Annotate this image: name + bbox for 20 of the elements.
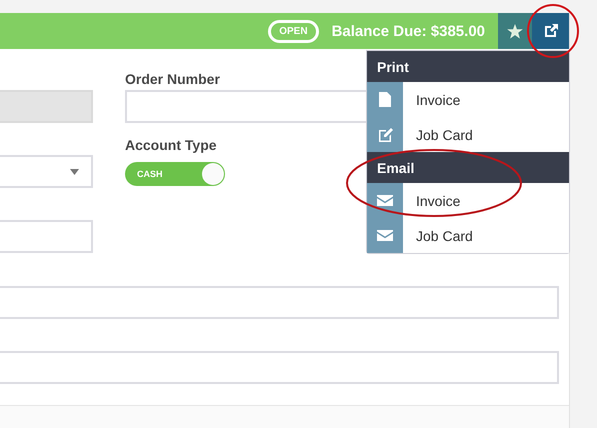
- external-link-icon: [542, 23, 558, 39]
- favorite-button[interactable]: [498, 13, 532, 49]
- annotation-ellipse: [527, 4, 579, 58]
- input-field[interactable]: [0, 220, 93, 253]
- field-label: Account Type: [125, 137, 218, 153]
- star-icon: [507, 24, 523, 38]
- balance-due: Balance Due: $385.00: [332, 22, 485, 40]
- status-badge: OPEN: [268, 20, 319, 42]
- field-label: Order Number: [125, 71, 221, 87]
- input-field[interactable]: [0, 351, 559, 384]
- menu-section-header: Print: [367, 51, 569, 82]
- share-button[interactable]: [532, 13, 569, 49]
- caret-icon: [70, 169, 79, 175]
- input-field[interactable]: [0, 286, 559, 319]
- document-icon: [379, 92, 391, 107]
- menu-section-header: Email: [367, 152, 569, 183]
- select-field[interactable]: [0, 155, 93, 188]
- envelope-icon: [377, 230, 393, 241]
- edit-icon: [378, 128, 392, 142]
- envelope-icon: [377, 195, 393, 206]
